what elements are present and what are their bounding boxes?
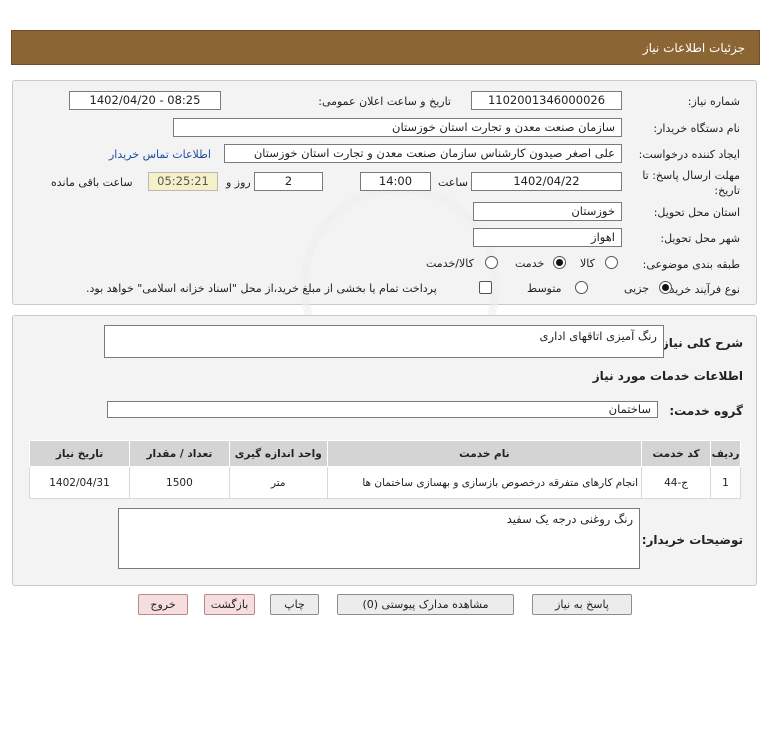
col-quantity: تعداد / مقدار bbox=[129, 440, 230, 467]
cell-service-name: انجام کارهای متفرقه درخصوص بازسازی و بهس… bbox=[326, 466, 643, 499]
buyer-notes-label: توضیحات خریدار: bbox=[641, 533, 743, 547]
services-table: ردیف کد خدمت نام خدمت واحد اندازه گیری ت… bbox=[29, 440, 741, 499]
category-khedmat-radio[interactable] bbox=[553, 256, 566, 269]
reply-button[interactable]: پاسخ به نیاز bbox=[532, 594, 632, 615]
process-motevaset-radio[interactable] bbox=[575, 281, 588, 294]
summary-label: شرح کلی نیاز: bbox=[657, 336, 743, 350]
deadline-time-label: ساعت bbox=[438, 176, 468, 189]
province-field: خوزستان bbox=[473, 202, 622, 221]
buyer-org-field: سازمان صنعت معدن و تجارت استان خوزستان bbox=[173, 118, 622, 137]
category-kala-khedmat-label: کالا/خدمت bbox=[426, 257, 474, 270]
service-group-field: ساختمان bbox=[107, 401, 658, 418]
announce-label: تاریخ و ساعت اعلان عمومی: bbox=[318, 95, 451, 108]
city-field: اهواز bbox=[473, 228, 622, 247]
city-label: شهر محل تحویل: bbox=[660, 232, 740, 245]
deadline-label-date: تاریخ: bbox=[714, 184, 740, 197]
remaining-label: ساعت باقی مانده bbox=[51, 176, 133, 189]
deadline-date-field: 1402/04/22 bbox=[471, 172, 622, 191]
treasury-payment-checkbox[interactable] bbox=[479, 281, 492, 294]
buyer-org-label: نام دستگاه خریدار: bbox=[653, 122, 740, 135]
page-title: جزئیات اطلاعات نیاز bbox=[642, 41, 745, 55]
page-header: جزئیات اطلاعات نیاز bbox=[11, 30, 760, 65]
exit-button[interactable]: خروج bbox=[138, 594, 188, 615]
summary-field: رنگ آمیزی اتاقهای اداری bbox=[104, 325, 664, 358]
service-group-label: گروه خدمت: bbox=[669, 404, 743, 418]
col-need-date: تاریخ نیاز bbox=[29, 440, 130, 467]
view-attachments-button[interactable]: مشاهده مدارک پیوستی (0) bbox=[337, 594, 514, 615]
process-motevaset-label: متوسط bbox=[527, 282, 562, 295]
category-khedmat-label: خدمت bbox=[515, 257, 545, 270]
deadline-label: مهلت ارسال پاسخ: تا bbox=[642, 169, 740, 182]
need-number-label: شماره نیاز: bbox=[687, 95, 740, 108]
creator-label: ایجاد کننده درخواست: bbox=[638, 148, 740, 161]
days-label: روز و bbox=[226, 176, 251, 189]
treasury-payment-note: پرداخت تمام یا بخشی از مبلغ خرید،از محل … bbox=[86, 282, 437, 295]
col-service-code: کد خدمت bbox=[641, 440, 712, 467]
buyer-notes-field: رنگ روغنی درجه یک سفید bbox=[118, 508, 640, 569]
col-unit: واحد اندازه گیری bbox=[228, 440, 328, 467]
cell-need-date: 1402/04/31 bbox=[29, 466, 130, 499]
deadline-time-field: 14:00 bbox=[360, 172, 431, 191]
services-heading: اطلاعات خدمات مورد نیاز bbox=[592, 369, 743, 383]
services-table-header: ردیف کد خدمت نام خدمت واحد اندازه گیری ت… bbox=[29, 440, 741, 467]
cell-unit: متر bbox=[228, 466, 328, 499]
back-button[interactable]: بازگشت bbox=[204, 594, 255, 615]
buyer-contact-link[interactable]: اطلاعات تماس خریدار bbox=[109, 148, 211, 161]
category-kala-radio[interactable] bbox=[605, 256, 618, 269]
remaining-time-field: 05:25:21 bbox=[148, 172, 218, 191]
category-kala-label: کالا bbox=[580, 257, 595, 270]
process-jozii-radio[interactable] bbox=[659, 281, 672, 294]
cell-service-code: ج-44 bbox=[641, 466, 712, 499]
creator-field: علی اصغر صیدون کارشناس سازمان صنعت معدن … bbox=[224, 144, 622, 163]
need-info-panel bbox=[12, 80, 757, 305]
days-remaining-field: 2 bbox=[254, 172, 323, 191]
need-number-field: 1102001346000026 bbox=[471, 91, 622, 110]
category-label: طبقه بندی موضوعی: bbox=[642, 258, 740, 271]
category-kala-khedmat-radio[interactable] bbox=[485, 256, 498, 269]
cell-quantity: 1500 bbox=[129, 466, 230, 499]
process-jozii-label: جزیی bbox=[624, 282, 650, 295]
table-row: 1 ج-44 انجام کارهای متفرقه درخصوص بازساز… bbox=[29, 466, 741, 499]
print-button[interactable]: چاپ bbox=[270, 594, 319, 615]
col-row: ردیف bbox=[710, 440, 741, 467]
cell-row: 1 bbox=[710, 466, 741, 499]
province-label: استان محل تحویل: bbox=[653, 206, 740, 219]
announce-datetime-field: 1402/04/20 - 08:25 bbox=[69, 91, 221, 110]
col-service-name: نام خدمت bbox=[326, 440, 643, 467]
process-label: نوع فرآیند خرید : bbox=[662, 283, 740, 296]
